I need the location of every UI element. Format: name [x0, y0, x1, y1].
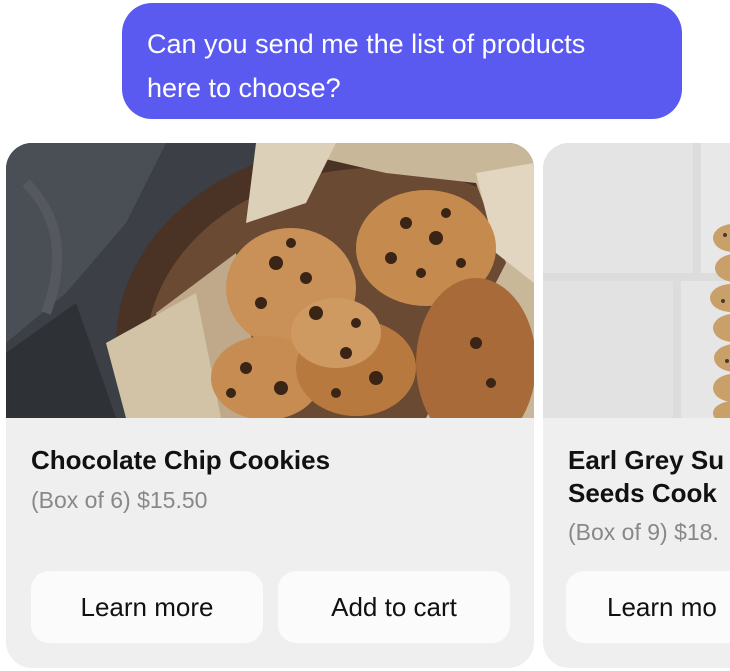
message-line-1: Can you send me the list of products: [147, 29, 586, 59]
chat-view: Can you send me the list of products her…: [0, 0, 730, 671]
product-card-earl-grey[interactable]: Earl Grey Su Seeds Cook (Box of 9) $18. …: [543, 143, 730, 668]
product-title-line-2: Seeds Cook: [568, 478, 717, 508]
message-line-2: here to choose?: [147, 73, 341, 103]
user-message-bubble: Can you send me the list of products her…: [122, 3, 682, 119]
learn-more-button[interactable]: Learn mo: [566, 571, 730, 643]
learn-more-button[interactable]: Learn more: [31, 571, 263, 643]
product-title: Chocolate Chip Cookies: [31, 445, 331, 475]
product-quantity-price: (Box of 9) $18.: [568, 519, 719, 545]
product-title-line-1: Earl Grey Su: [568, 445, 725, 475]
add-to-cart-button[interactable]: Add to cart: [278, 571, 510, 643]
product-image-cookies: [6, 143, 534, 418]
product-card-chocolate-chip-cookies[interactable]: Chocolate Chip Cookies (Box of 6) $15.50…: [6, 143, 534, 668]
product-quantity-price: (Box of 6) $15.50: [31, 487, 208, 513]
product-title: Earl Grey Su Seeds Cook: [568, 444, 730, 510]
product-image-earl-grey-cookies: [543, 143, 730, 418]
